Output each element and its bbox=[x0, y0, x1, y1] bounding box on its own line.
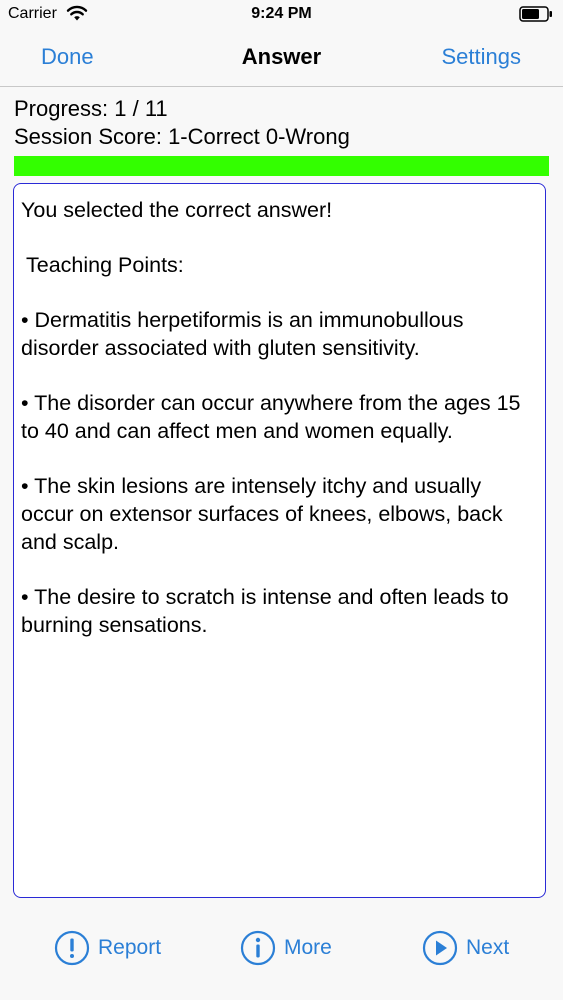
progress-bar bbox=[14, 156, 549, 176]
info-circle-icon bbox=[240, 930, 276, 966]
teaching-point: • The skin lesions are intensely itchy a… bbox=[21, 474, 503, 554]
result-message: You selected the correct answer! bbox=[21, 198, 333, 222]
navigation-bar: Done Answer Settings bbox=[0, 30, 563, 87]
more-button[interactable]: More bbox=[240, 930, 332, 966]
progress-bar-fill bbox=[14, 156, 549, 176]
settings-button[interactable]: Settings bbox=[442, 44, 522, 70]
bottom-toolbar: Report More Next bbox=[0, 920, 563, 976]
next-label: Next bbox=[466, 936, 510, 959]
battery-icon bbox=[519, 6, 552, 22]
more-label: More bbox=[284, 936, 332, 959]
progress-info: Progress: 1 / 11 Session Score: 1-Correc… bbox=[14, 95, 350, 151]
answer-text-view[interactable]: You selected the correct answer! Teachin… bbox=[13, 183, 546, 898]
report-label: Report bbox=[98, 936, 162, 959]
teaching-point: • Dermatitis herpetiformis is an immunob… bbox=[21, 308, 464, 360]
progress-text: Progress: 1 / 11 bbox=[14, 96, 168, 121]
report-button[interactable]: Report bbox=[54, 930, 161, 966]
play-circle-icon bbox=[422, 930, 458, 966]
status-time: 9:24 PM bbox=[251, 5, 312, 22]
answer-screen: Carrier 9:24 PM Done Answer Settings Pro… bbox=[0, 0, 563, 1000]
session-score-text: Session Score: 1-Correct 0-Wrong bbox=[14, 124, 350, 149]
teaching-point: • The desire to scratch is intense and o… bbox=[21, 585, 509, 637]
status-bar: Carrier 9:24 PM bbox=[0, 0, 563, 30]
next-button[interactable]: Next bbox=[422, 930, 509, 966]
teaching-point: • The disorder can occur anywhere from t… bbox=[21, 391, 521, 443]
exclamation-circle-icon bbox=[54, 930, 90, 966]
teaching-points-heading: Teaching Points: bbox=[26, 253, 184, 277]
